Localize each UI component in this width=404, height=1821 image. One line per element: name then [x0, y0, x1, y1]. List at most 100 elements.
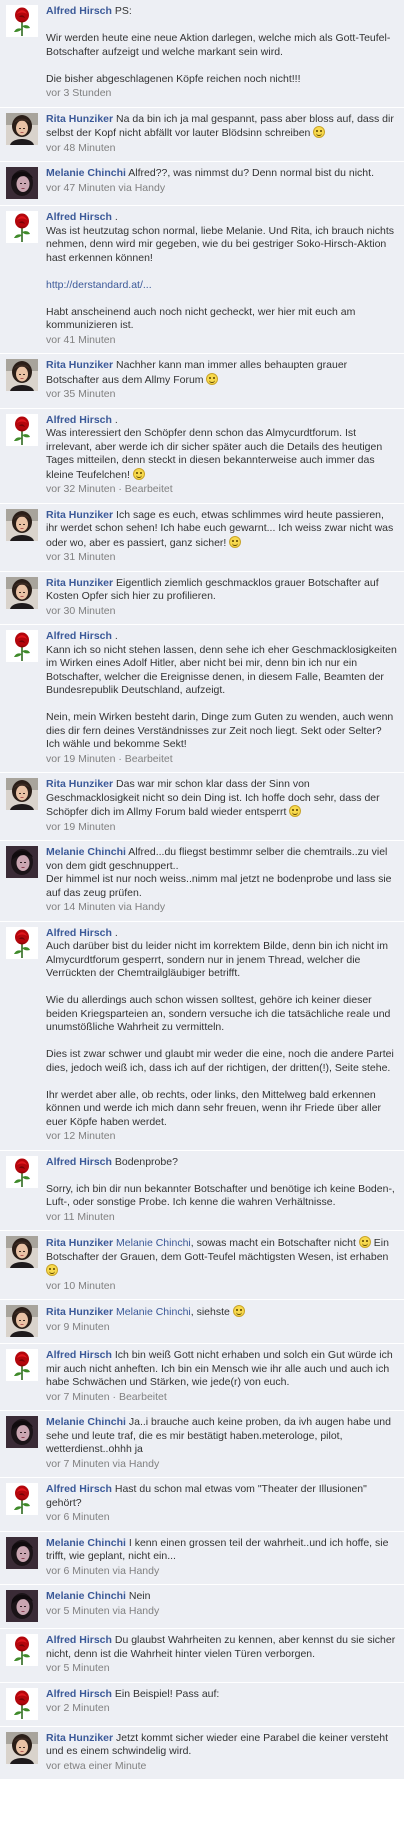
comment-author-link[interactable]: Rita Hunziker	[46, 359, 113, 371]
comment-timestamp: vor 35 Minuten	[46, 388, 116, 400]
user-avatar[interactable]	[6, 1416, 38, 1448]
comment-text: Rita Hunziker Nachher kann man immer all…	[46, 359, 398, 387]
rose-avatar-icon[interactable]	[6, 1687, 38, 1720]
user-avatar[interactable]	[6, 1731, 38, 1764]
comment-author-link[interactable]: Alfred Hirsch	[46, 414, 112, 426]
comment-body-text: Nein	[128, 1590, 151, 1602]
rose-avatar-icon[interactable]	[6, 1155, 38, 1188]
comment-author-link[interactable]: Rita Hunziker	[46, 1237, 113, 1249]
comment-timestamp: vor 6 Minuten	[46, 1511, 110, 1523]
comment-timestamp: vor 5 Minuten via Handy	[46, 1604, 160, 1617]
rose-avatar-icon[interactable]	[6, 1349, 38, 1381]
comment-author-link[interactable]: Alfred Hirsch	[46, 1156, 112, 1168]
comment-author-link[interactable]: Melanie Chinchi	[46, 846, 126, 858]
smiley-icon	[206, 372, 219, 385]
comment-timestamp: vor 12 Minuten	[46, 1130, 116, 1142]
comment-timestamp: vor 30 Minuten	[46, 604, 116, 617]
comment-item: Alfred Hirsch . Was interessiert den Sch…	[0, 408, 404, 504]
comment-timestamp: vor 6 Minuten via Handy	[46, 1564, 160, 1577]
comment-author-link[interactable]: Rita Hunziker	[46, 1732, 113, 1744]
comment-text: Rita Hunziker Melanie Chinchi, siehste	[46, 1305, 398, 1320]
rose-avatar-icon[interactable]	[6, 211, 38, 243]
comment-author-link[interactable]: Rita Hunziker	[46, 509, 113, 521]
comment-author-link[interactable]: Alfred Hirsch	[46, 211, 112, 223]
comment-item: Rita Hunziker Melanie Chinchi, siehste v…	[0, 1300, 404, 1344]
comment-item: Melanie Chinchi Ja..i brauche auch keine…	[0, 1411, 404, 1478]
comment-item: Alfred Hirsch Hast du schon mal etwas vo…	[0, 1478, 404, 1532]
comment-item: Alfred Hirsch Ein Beispiel! Pass auf: vor…	[0, 1682, 404, 1727]
comment-text: Alfred Hirsch . Was interessiert den Sch…	[46, 414, 398, 483]
comment-thread: Alfred Hirsch PS: Wir werden heute eine …	[0, 0, 404, 1780]
user-avatar[interactable]	[6, 1305, 38, 1337]
user-avatar[interactable]	[6, 1590, 38, 1622]
user-avatar[interactable]	[6, 508, 38, 541]
comment-author-link[interactable]: Alfred Hirsch	[46, 1634, 112, 1646]
comment-author-link[interactable]: Alfred Hirsch	[46, 927, 112, 939]
comment-body-text: Habt anscheinend auch noch nicht gecheck…	[46, 305, 356, 332]
user-avatar[interactable]	[6, 778, 38, 810]
comment-author-link[interactable]: Alfred Hirsch	[46, 1349, 112, 1361]
user-avatar[interactable]	[6, 1536, 38, 1569]
comment-author-link[interactable]: Rita Hunziker	[46, 1306, 113, 1318]
comment-item: Melanie Chinchi Nein vor 5 Minuten via Ha…	[0, 1585, 404, 1629]
comment-text: Alfred Hirsch Bodenprobe? Sorry, ich bin…	[46, 1156, 398, 1210]
comment-body-text: , siehste	[190, 1306, 233, 1318]
comment-author-link[interactable]: Melanie Chinchi	[46, 1537, 126, 1549]
comment-timestamp: vor 47 Minuten via Handy	[46, 181, 166, 194]
rose-avatar-icon[interactable]	[6, 1483, 38, 1515]
comment-item: Melanie Chinchi Alfred...du fliegst best…	[0, 841, 404, 922]
comment-item: Rita Hunziker Eigentlich ziemlich geschm…	[0, 571, 404, 625]
comment-author-link[interactable]: Alfred Hirsch	[46, 5, 112, 17]
smiley-icon	[313, 126, 326, 138]
comment-body-text: Ein Beispiel! Pass auf:	[114, 1687, 220, 1700]
comment-author-link[interactable]: Rita Hunziker	[46, 113, 113, 125]
comment-timestamp: vor 19 Minuten	[46, 820, 116, 833]
rose-avatar-icon[interactable]	[6, 1634, 38, 1666]
smiley-icon	[289, 805, 302, 817]
comment-author-link[interactable]: Alfred Hirsch	[46, 1688, 112, 1700]
comment-text: Melanie Chinchi Alfred??, was nimmst du?…	[46, 167, 398, 181]
comment-item: Alfred Hirsch PS: Wir werden heute eine …	[0, 0, 404, 108]
comment-text: Melanie Chinchi I kenn einen grossen tei…	[46, 1537, 398, 1564]
comment-timestamp: vor 9 Minuten	[46, 1320, 110, 1333]
comment-timestamp: vor 11 Minuten	[46, 1210, 115, 1223]
comment-timestamp: vor 2 Minuten	[46, 1702, 110, 1714]
comment-item: Rita Hunziker Ich sage es euch, etwas sc…	[0, 503, 404, 572]
comment-timestamp: vor 3 Stunden	[46, 87, 112, 99]
comment-timestamp: vor etwa einer Minute	[46, 1759, 147, 1772]
comment-text: Alfred Hirsch . Was ist heutzutag schon …	[46, 211, 398, 333]
smiley-icon	[229, 535, 242, 548]
user-avatar[interactable]	[6, 576, 38, 609]
comment-item: Rita Hunziker Melanie Chinchi, sowas mac…	[0, 1231, 404, 1300]
comment-author-link[interactable]: Melanie Chinchi	[46, 167, 126, 179]
user-avatar[interactable]	[6, 112, 38, 145]
rose-avatar-icon[interactable]	[6, 926, 38, 959]
comment-link[interactable]: http://derstandard.at/...	[46, 279, 152, 291]
smiley-icon	[232, 1305, 245, 1317]
comment-author-link[interactable]: Rita Hunziker	[46, 778, 113, 790]
comment-item: Alfred Hirsch . Was ist heutzutag schon …	[0, 206, 404, 354]
comment-text: Alfred Hirsch Ich bin weiß Gott nicht er…	[46, 1349, 398, 1390]
mention-link[interactable]: Melanie Chinchi	[116, 1306, 191, 1318]
comment-author-link[interactable]: Melanie Chinchi	[46, 1590, 126, 1602]
rose-avatar-icon[interactable]	[6, 630, 38, 662]
comment-item: Rita Hunziker Na da bin ich ja mal gespa…	[0, 107, 404, 162]
user-avatar[interactable]	[6, 1236, 38, 1268]
user-avatar[interactable]	[6, 359, 38, 391]
user-avatar[interactable]	[6, 846, 38, 878]
comment-item: Alfred Hirsch Bodenprobe? Sorry, ich bin…	[0, 1150, 404, 1231]
comment-text: Alfred Hirsch Hast du schon mal etwas vo…	[46, 1483, 398, 1510]
comment-item: Rita Hunziker Jetzt kommt sicher wieder …	[0, 1726, 404, 1780]
rose-avatar-icon[interactable]	[6, 5, 38, 37]
user-avatar[interactable]	[6, 167, 38, 199]
mention-link[interactable]: Melanie Chinchi	[116, 1237, 191, 1249]
comment-timestamp: vor 48 Minuten	[46, 141, 116, 154]
comment-text: Alfred Hirsch PS: Wir werden heute eine …	[46, 5, 398, 86]
comment-author-link[interactable]: Melanie Chinchi	[46, 1416, 126, 1428]
comment-body-text: . Kann ich so nicht stehen lassen, denn …	[46, 630, 397, 750]
comment-text: Alfred Hirsch Ein Beispiel! Pass auf:	[46, 1688, 398, 1702]
comment-author-link[interactable]: Rita Hunziker	[46, 577, 113, 589]
rose-avatar-icon[interactable]	[6, 413, 38, 446]
comment-author-link[interactable]: Alfred Hirsch	[46, 630, 112, 642]
comment-author-link[interactable]: Alfred Hirsch	[46, 1483, 112, 1495]
